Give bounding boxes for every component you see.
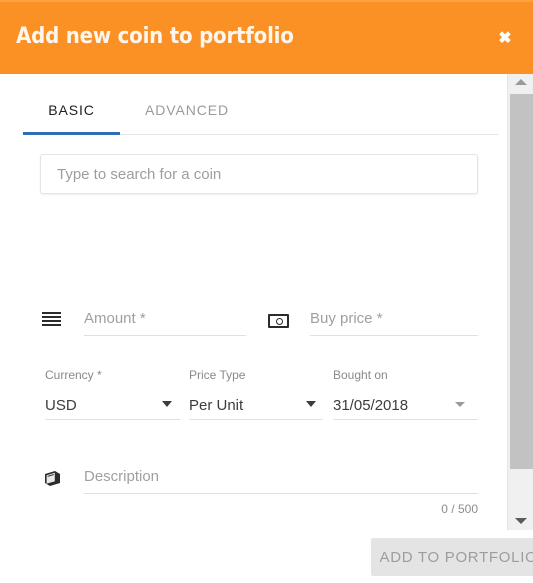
price-type-label: Price Type	[189, 368, 246, 382]
description-char-counter: 0 / 500	[441, 502, 478, 516]
notebook-icon	[42, 470, 62, 487]
currency-label: Currency *	[45, 368, 102, 382]
buy-price-input[interactable]	[310, 306, 478, 330]
chevron-down-icon[interactable]	[455, 402, 465, 407]
bought-on-underline	[333, 419, 478, 420]
tab-active-indicator	[23, 132, 120, 135]
add-to-portfolio-button[interactable]: ADD TO PORTFOLIO	[371, 538, 533, 576]
chevron-down-icon[interactable]	[306, 401, 316, 407]
description-underline	[84, 493, 478, 494]
chevron-down-icon[interactable]	[162, 401, 172, 407]
tab-advanced[interactable]: ADVANCED	[120, 88, 254, 132]
dialog-footer: ADD TO PORTFOLIO	[0, 531, 533, 583]
description-input[interactable]	[84, 464, 478, 488]
banknote-icon	[268, 314, 289, 328]
scrollbar-thumb[interactable]	[510, 94, 533, 469]
vertical-scrollbar[interactable]	[507, 74, 533, 530]
bought-on-value[interactable]: 31/05/2018	[333, 397, 408, 414]
bought-on-label: Bought on	[333, 368, 388, 382]
amount-underline	[84, 335, 246, 336]
close-icon[interactable]: ✖	[492, 28, 518, 50]
search-input[interactable]	[40, 154, 478, 194]
buy-price-underline	[310, 335, 478, 336]
price-type-underline	[189, 419, 323, 420]
add-coin-dialog: Add new coin to portfolio ✖ BASIC ADVANC…	[0, 0, 533, 583]
dialog-body: BASIC ADVANCED Currency * USD Price Type…	[0, 74, 507, 530]
triangle-up-icon[interactable]	[508, 74, 533, 91]
triangle-down-icon[interactable]	[508, 513, 533, 530]
list-bars-icon	[42, 312, 61, 327]
currency-underline	[45, 419, 180, 420]
header-top-highlight	[0, 0, 533, 2]
tab-bar: BASIC ADVANCED	[23, 88, 498, 142]
currency-value[interactable]: USD	[45, 397, 77, 414]
dialog-title: Add new coin to portfolio	[16, 24, 294, 49]
amount-input[interactable]	[84, 306, 246, 330]
price-type-value[interactable]: Per Unit	[189, 397, 243, 414]
tab-basic[interactable]: BASIC	[23, 88, 120, 132]
dialog-header: Add new coin to portfolio ✖	[0, 0, 533, 74]
